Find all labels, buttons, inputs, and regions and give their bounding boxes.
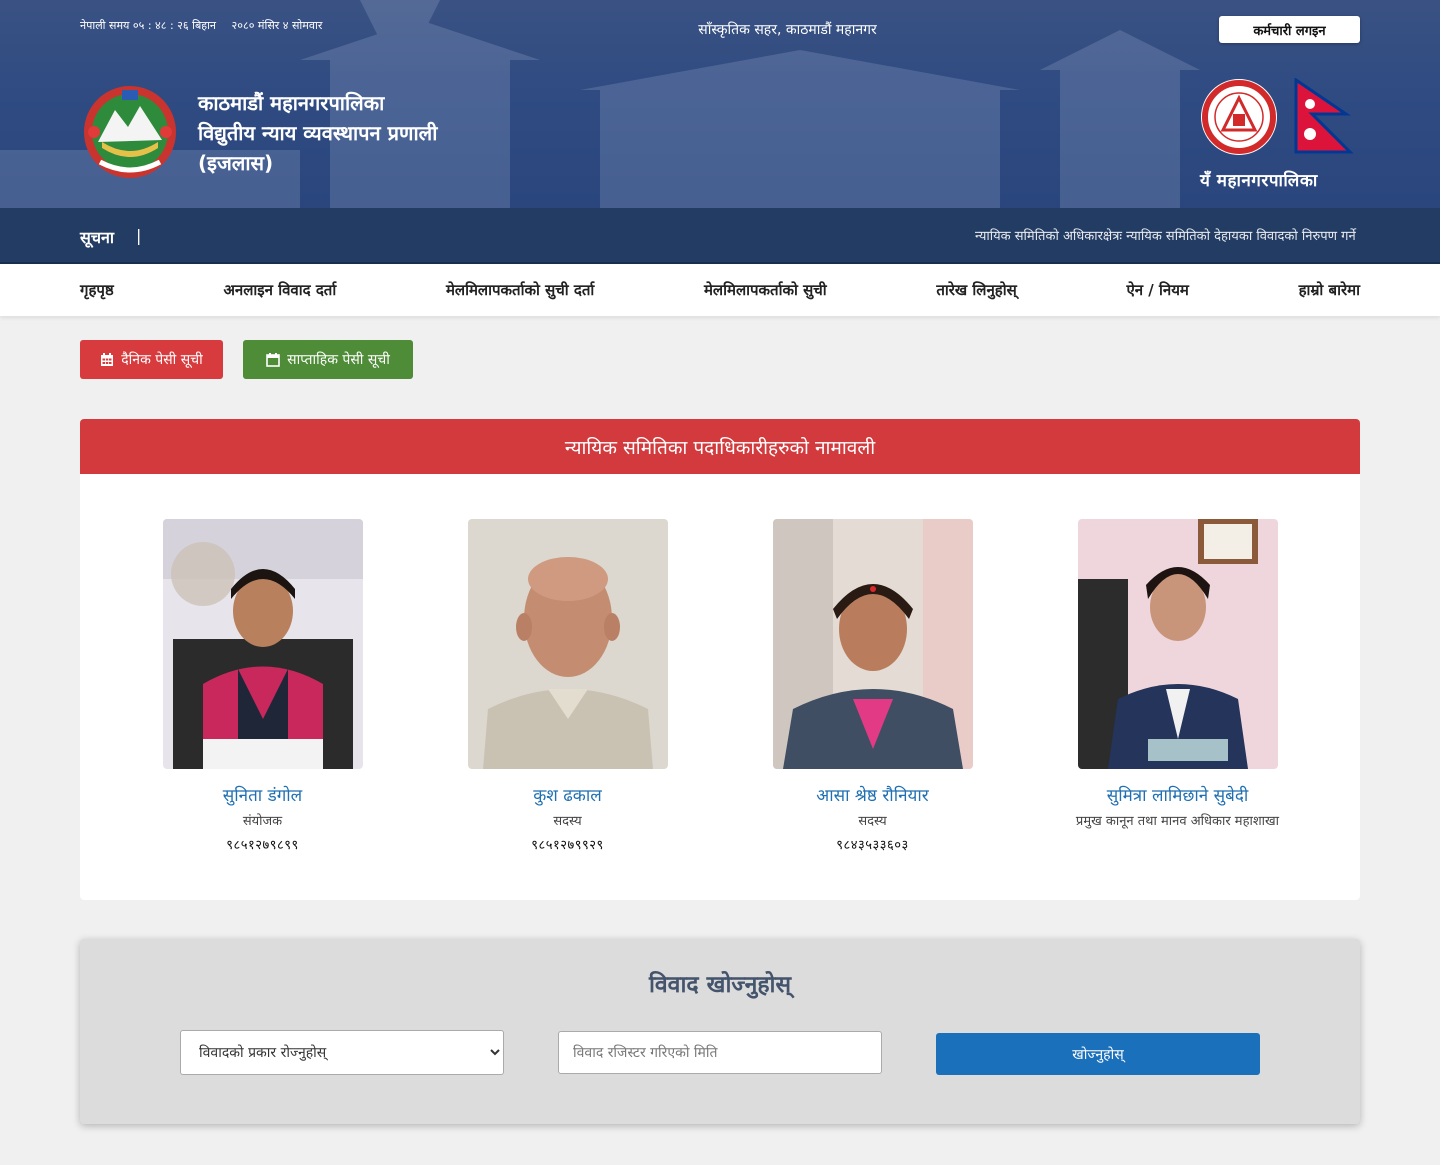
judicial-committee-card: न्यायिक समितिका पदाधिकारीहरुको नामावली स… — [80, 419, 1360, 900]
nepal-flag-icon — [1294, 78, 1354, 154]
nav-take-date[interactable]: तारेख लिनुहोस् — [936, 280, 1016, 300]
member-phone: ९८५१२७९९२९ — [531, 838, 604, 853]
notice-label: सूचना — [80, 228, 115, 247]
member-role: संयोजक — [242, 814, 283, 829]
search-button[interactable]: खोज्नुहोस् — [936, 1033, 1260, 1075]
member-name[interactable]: सुमित्रा लामिछाने सुबेदी — [1025, 783, 1330, 806]
dispute-type-select[interactable]: विवादको प्रकार रोज्नुहोस् — [180, 1030, 504, 1075]
member-role: प्रमुख कानून तथा मानव अधिकार महाशाखा — [1075, 814, 1280, 829]
org-title-line2: विद्युतीय न्याय व्यवस्थापन प्रणाली — [198, 121, 438, 145]
main-navigation: गृहपृष्ठ अनलाइन विवाद दर्ता मेलमिलापकर्त… — [0, 264, 1440, 316]
member-photo — [467, 519, 668, 769]
top-header: नेपाली समय ०५ : ४८ : २६ बिहान २०८० मंसिर… — [0, 0, 1440, 208]
member-card: सुमित्रा लामिछाने सुबेदी प्रमुख कानून तथ… — [1025, 519, 1330, 835]
calendar-grid-icon — [101, 352, 114, 366]
nav-about-us[interactable]: हाम्रो बारेमा — [1299, 280, 1360, 300]
daily-hearing-list-label: दैनिक पेसी सूची — [121, 352, 203, 368]
member-name[interactable]: आसा श्रेष्ठ रौनियार — [720, 783, 1025, 806]
tagline: साँस्कृतिक सहर, काठमाडौं महानगर — [698, 22, 877, 38]
kmc-logo-icon — [1201, 79, 1277, 155]
committee-title: न्यायिक समितिका पदाधिकारीहरुको नामावली — [80, 419, 1360, 474]
nepali-time: नेपाली समय ०५ : ४८ : २६ बिहान — [80, 19, 217, 32]
nepal-emblem-icon — [84, 86, 176, 178]
nepali-date: २०८० मंसिर ४ सोमवार — [231, 19, 323, 32]
organization-title: काठमाडौं महानगरपालिका विद्युतीय न्याय व्… — [198, 88, 437, 178]
search-title: विवाद खोज्नुहोस् — [648, 972, 792, 998]
dispute-search-panel: विवाद खोज्नुहोस् विवादको प्रकार रोज्नुहो… — [80, 939, 1360, 1124]
member-name[interactable]: सुनिता डंगोल — [110, 783, 415, 806]
nav-home[interactable]: गृहपृष्ठ — [80, 280, 114, 300]
nav-online-dispute-register[interactable]: अनलाइन विवाद दर्ता — [223, 280, 336, 300]
weekly-hearing-list-button[interactable]: साप्ताहिक पेसी सूची — [243, 340, 413, 379]
member-card: आसा श्रेष्ठ रौनियार सदस्य ९८४३५३३६०३ — [720, 519, 1025, 853]
member-card: सुनिता डंगोल संयोजक ९८५१२७९८९९ — [110, 519, 415, 853]
notice-marquee[interactable]: न्यायिक समितिको अधिकारक्षेत्रः न्यायिक स… — [975, 226, 1360, 244]
notice-bar: सूचना | न्यायिक समितिको अधिकारक्षेत्रः न… — [0, 208, 1440, 264]
org-title-line1: काठमाडौं महानगरपालिका — [198, 91, 385, 115]
org-title-line3: (इजलास) — [198, 151, 274, 175]
register-date-input[interactable] — [558, 1031, 882, 1074]
weekly-hearing-list-label: साप्ताहिक पेसी सूची — [287, 352, 390, 368]
member-role: सदस्य — [858, 814, 887, 829]
member-phone: ९८५१२७९८९९ — [226, 838, 299, 853]
nav-mediator-list[interactable]: मेलमिलापकर्ताको सुची — [704, 280, 827, 300]
nepali-clock: नेपाली समय ०५ : ४८ : २६ बिहान २०८० मंसिर… — [80, 18, 322, 33]
notice-separator: | — [136, 226, 142, 245]
member-photo — [1077, 519, 1278, 769]
member-phone: ९८४३५३३६०३ — [836, 838, 909, 853]
ranjana-script-text: यँ महानगरपालिका — [1200, 171, 1318, 191]
member-photo — [162, 519, 363, 769]
nav-mediator-list-register[interactable]: मेलमिलापकर्ताको सुची दर्ता — [446, 280, 594, 300]
member-role: सदस्य — [553, 814, 582, 829]
staff-login-button[interactable]: कर्मचारी लगइन — [1219, 16, 1360, 43]
calendar-icon — [266, 352, 280, 367]
member-name[interactable]: कुश ढकाल — [415, 783, 720, 806]
member-photo — [772, 519, 973, 769]
member-card: कुश ढकाल सदस्य ९८५१२७९९२९ — [415, 519, 720, 853]
daily-hearing-list-button[interactable]: दैनिक पेसी सूची — [80, 340, 223, 379]
nav-acts-rules[interactable]: ऐन / नियम — [1126, 280, 1188, 300]
